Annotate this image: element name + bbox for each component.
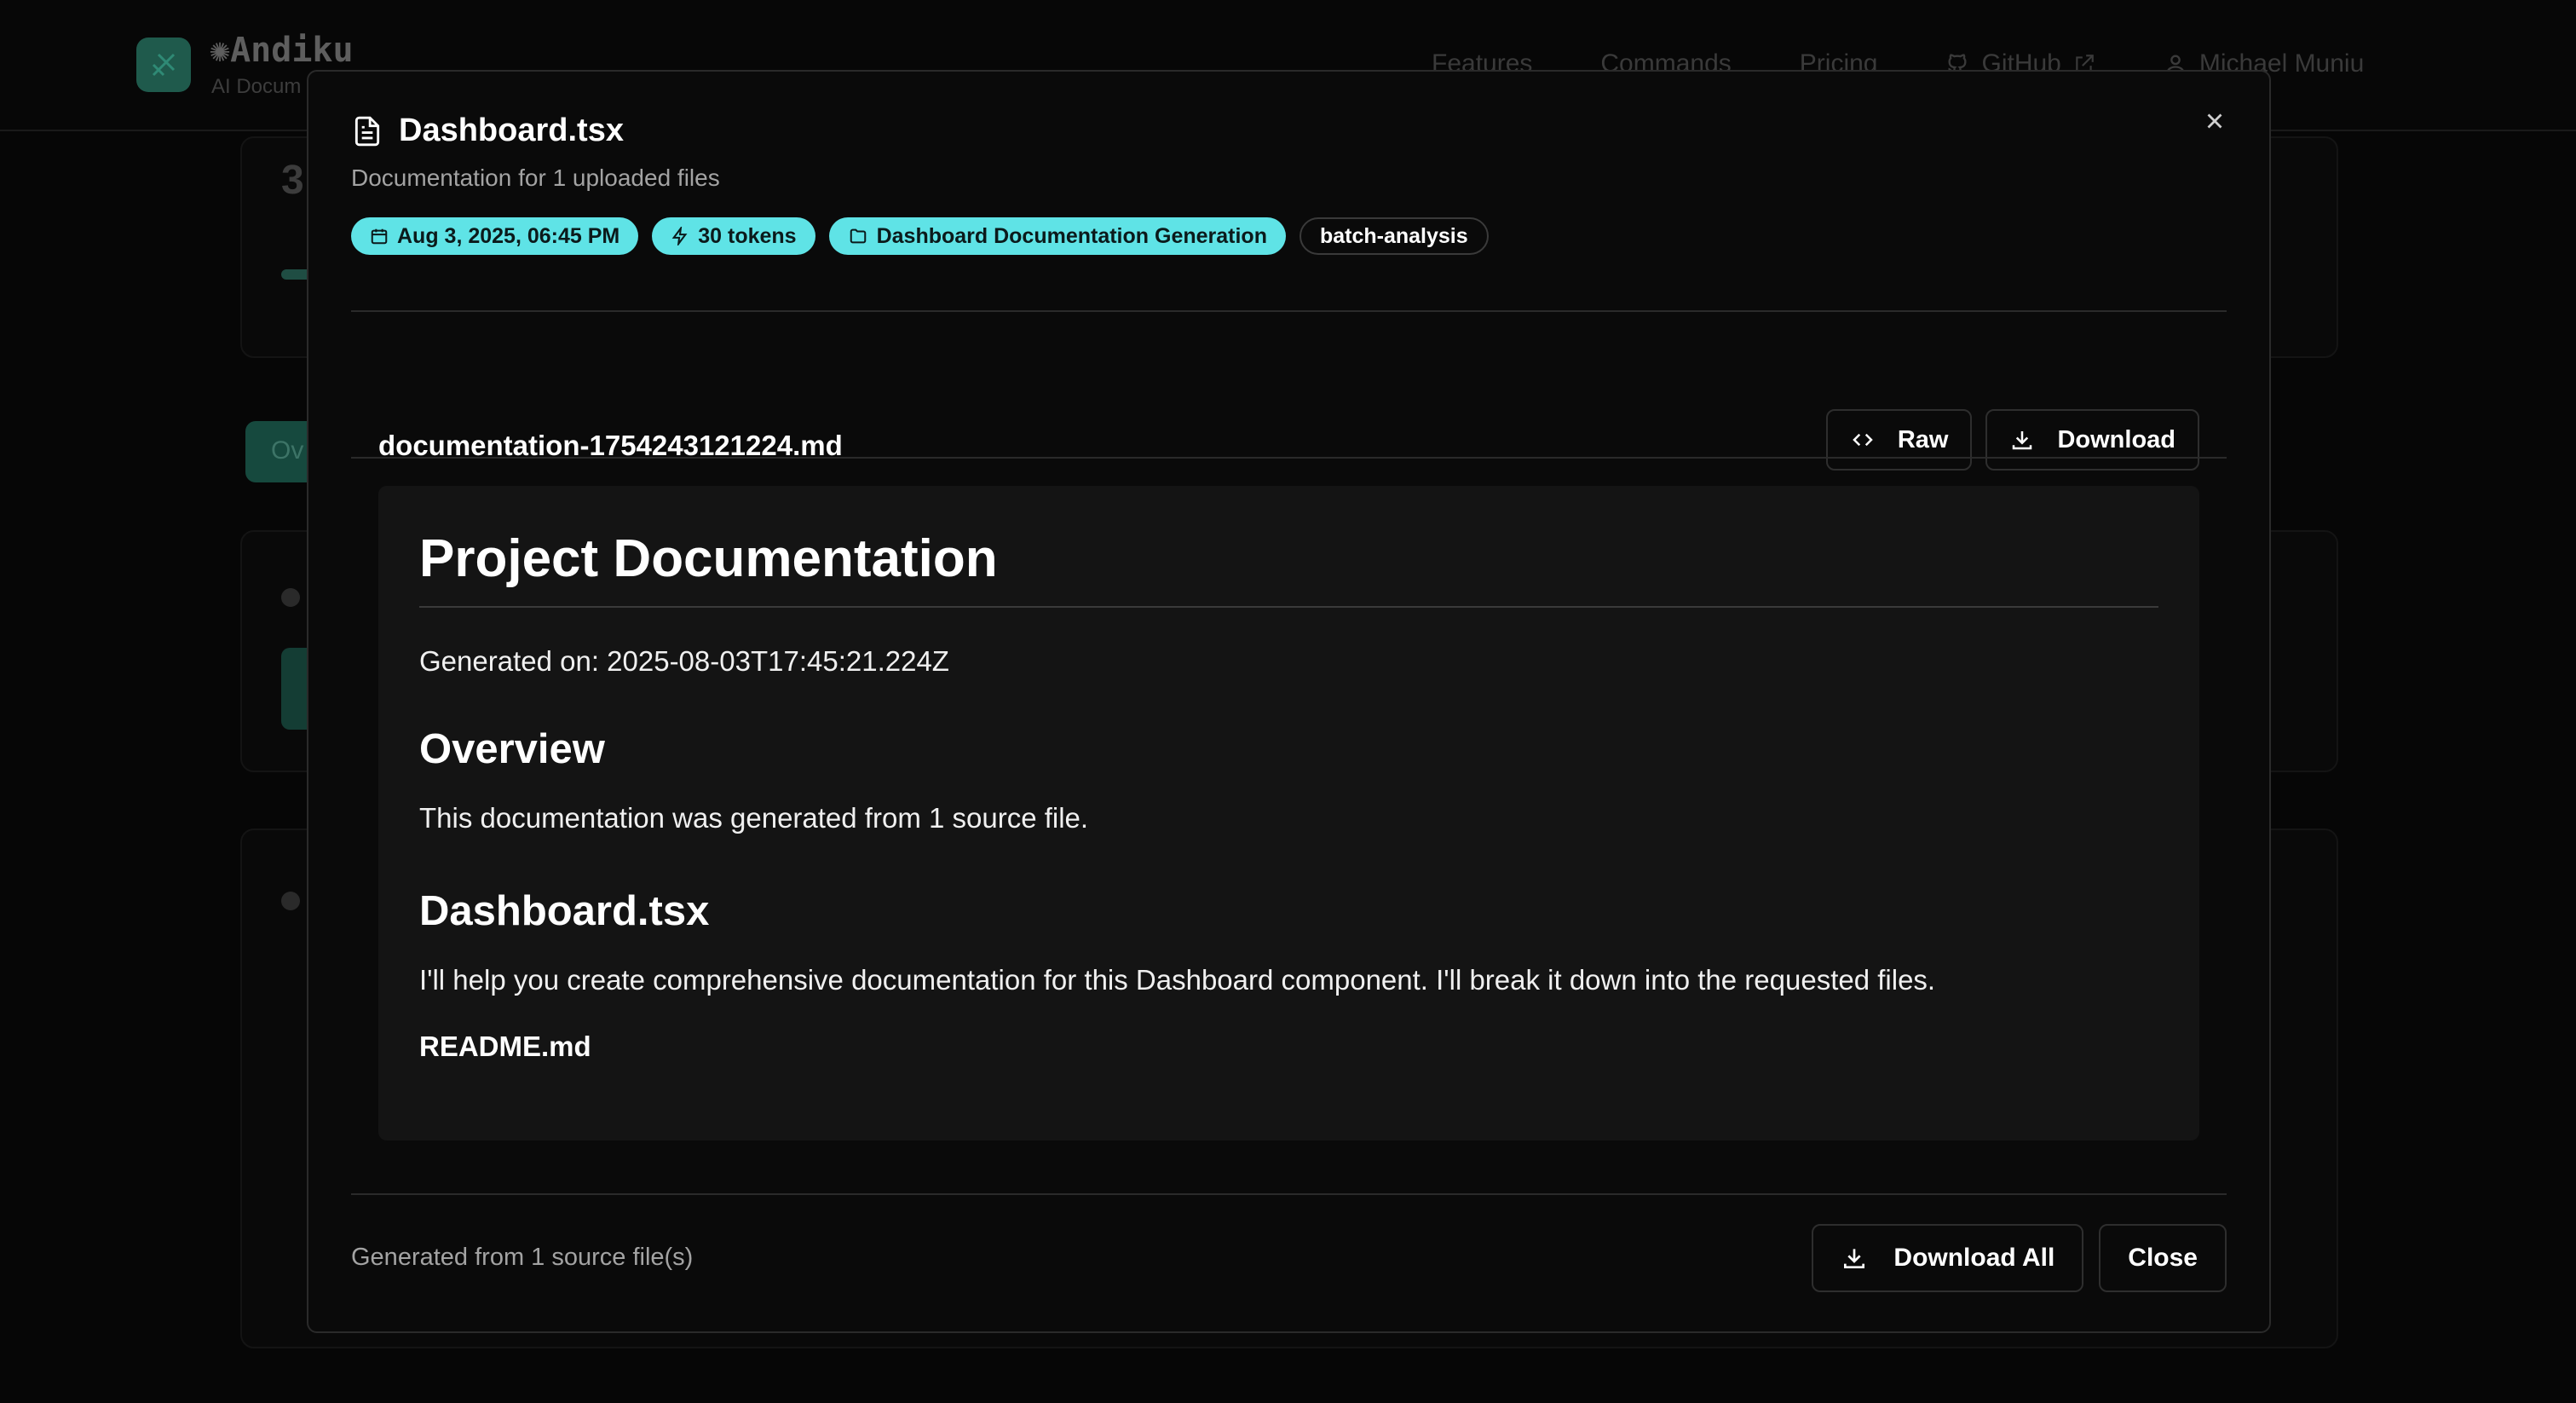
calendar-icon [371, 228, 388, 245]
footer-actions: Download All Close [1812, 1224, 2227, 1292]
doc-heading-1: Project Documentation [419, 528, 2158, 608]
footer-divider [351, 1193, 2227, 1195]
doc-readme-label: README.md [419, 1031, 591, 1062]
markdown-preview[interactable]: Project Documentation Generated on: 2025… [378, 486, 2199, 1140]
download-button[interactable]: Download [1985, 409, 2199, 471]
close-button[interactable]: Close [2099, 1224, 2227, 1292]
zap-icon [671, 227, 688, 245]
brand-logo[interactable] [136, 38, 191, 92]
download-icon [2013, 431, 2032, 450]
download-button-label: Download [2057, 425, 2175, 453]
footer-source-count: Generated from 1 source file(s) [351, 1243, 694, 1271]
date-badge: Aug 3, 2025, 06:45 PM [351, 217, 639, 255]
project-badge-label: Dashboard Documentation Generation [876, 223, 1267, 248]
bg-stat-number: 3 [281, 158, 304, 203]
brand-tagline: AI Docum [211, 75, 302, 98]
bg-status-dot [281, 588, 300, 607]
doc-overview-text: This documentation was generated from 1 … [419, 802, 1089, 834]
tokens-badge: 30 tokens [652, 217, 815, 255]
doc-overview-heading: Overview [419, 726, 605, 772]
download-all-label: Download All [1893, 1244, 2055, 1272]
header-divider [351, 310, 2227, 312]
doc-file-text: I'll help you create comprehensive docum… [419, 964, 1936, 996]
folder-icon [850, 228, 866, 244]
file-actions: Raw Download [1825, 409, 2199, 471]
modal-subtitle: Documentation for 1 uploaded files [351, 165, 720, 191]
doc-generated-line: Generated on: 2025-08-03T17:45:21.224Z [419, 645, 949, 677]
raw-button-label: Raw [1897, 425, 1949, 453]
code-icon [1853, 433, 1873, 447]
download-icon [1844, 1249, 1865, 1268]
brand-name[interactable]: ✺Andiku [210, 31, 354, 70]
bg-tab-label: Ov [271, 436, 304, 465]
project-badge: Dashboard Documentation Generation [828, 217, 1286, 255]
documentation-modal: Dashboard.tsx Documentation for 1 upload… [307, 70, 2271, 1333]
tokens-badge-label: 30 tokens [698, 223, 797, 248]
logo-icon [152, 53, 176, 77]
file-bar-divider [351, 457, 2227, 459]
file-text-icon [354, 116, 380, 146]
modal-header: Dashboard.tsx Documentation for 1 upload… [351, 113, 2227, 255]
modal-title: Dashboard.tsx [399, 113, 624, 148]
doc-file-heading: Dashboard.tsx [419, 888, 710, 934]
date-badge-label: Aug 3, 2025, 06:45 PM [397, 223, 620, 248]
meta-badges: Aug 3, 2025, 06:45 PM 30 tokens Dashboar… [351, 217, 2227, 255]
tag-badge: batch-analysis [1299, 217, 1489, 255]
download-all-button[interactable]: Download All [1812, 1224, 2084, 1292]
raw-button[interactable]: Raw [1825, 409, 1973, 471]
close-button-label: Close [2128, 1244, 2198, 1272]
bg-status-dot [281, 892, 300, 910]
